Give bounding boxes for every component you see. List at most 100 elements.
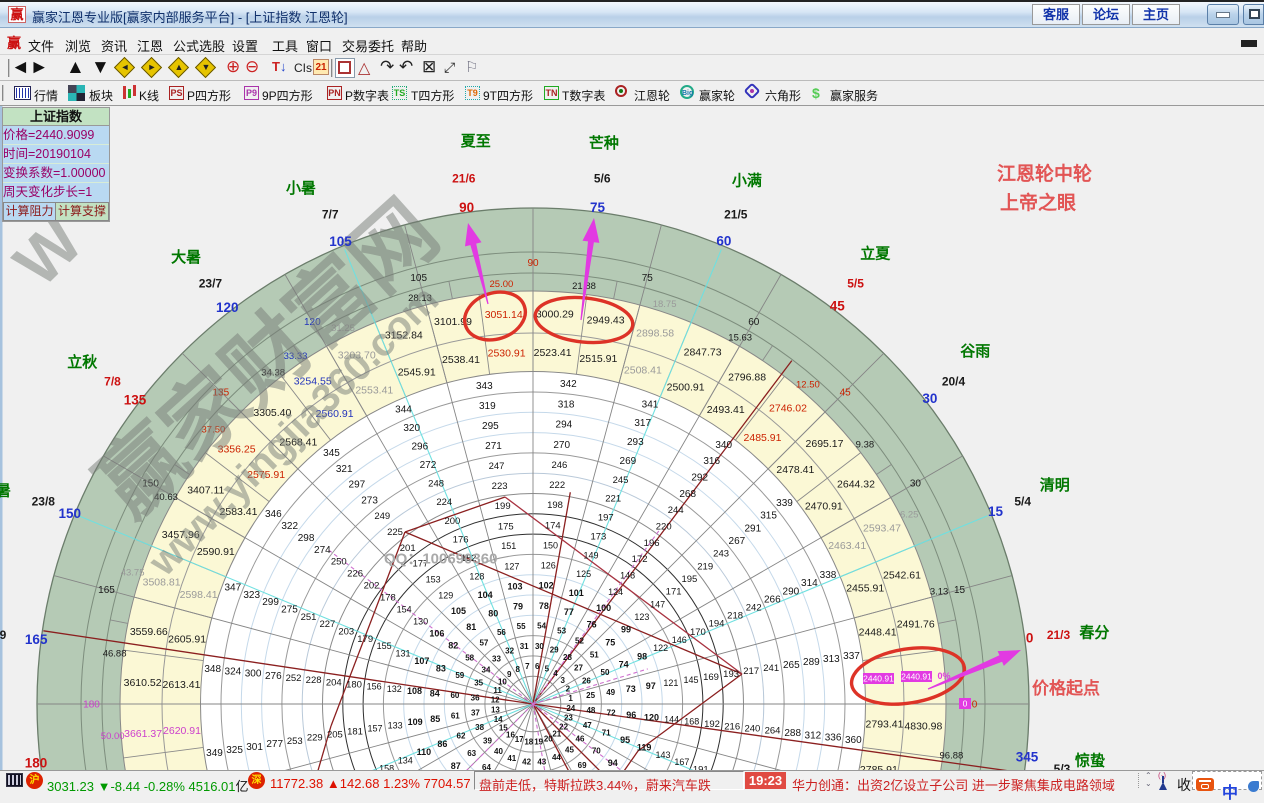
svg-text:2949.43: 2949.43 (587, 314, 625, 326)
svg-text:170: 170 (690, 627, 706, 638)
svg-text:75: 75 (605, 637, 615, 647)
svg-text:149: 149 (583, 550, 598, 560)
svg-text:196: 196 (644, 538, 660, 549)
svg-text:96.88: 96.88 (940, 750, 964, 761)
svg-text:345: 345 (323, 448, 340, 459)
svg-text:2515.91: 2515.91 (579, 353, 617, 365)
svg-text:156: 156 (367, 682, 382, 692)
svg-text:3: 3 (560, 676, 565, 685)
svg-text:77: 77 (564, 607, 574, 617)
svg-text:204: 204 (326, 677, 342, 688)
svg-text:270: 270 (553, 440, 570, 451)
svg-text:17: 17 (515, 735, 524, 744)
svg-text:340: 340 (715, 440, 732, 451)
svg-text:12: 12 (491, 696, 500, 705)
svg-text:58: 58 (465, 653, 474, 662)
svg-text:69: 69 (578, 761, 587, 770)
svg-text:56: 56 (497, 628, 506, 637)
svg-text:298: 298 (298, 533, 315, 544)
svg-text:153: 153 (426, 574, 441, 584)
svg-text:291: 291 (744, 523, 761, 534)
svg-text:265: 265 (783, 660, 800, 671)
svg-text:34: 34 (482, 665, 491, 674)
svg-text:春分: 春分 (1079, 623, 1109, 641)
svg-text:296: 296 (411, 442, 428, 453)
svg-text:300: 300 (245, 669, 262, 680)
svg-text:15: 15 (988, 504, 1004, 519)
svg-text:43.75: 43.75 (121, 568, 145, 579)
svg-text:97: 97 (646, 681, 656, 691)
svg-text:79: 79 (513, 601, 523, 611)
svg-text:87: 87 (451, 761, 461, 770)
svg-text:242: 242 (746, 602, 762, 613)
svg-text:323: 323 (243, 590, 260, 601)
svg-text:2695.17: 2695.17 (806, 438, 844, 450)
svg-text:21/3: 21/3 (1047, 628, 1071, 642)
svg-text:199: 199 (495, 501, 511, 512)
svg-text:2793.41: 2793.41 (866, 718, 904, 730)
svg-text:27: 27 (574, 663, 583, 672)
svg-text:151: 151 (501, 541, 516, 551)
svg-text:2605.91: 2605.91 (168, 633, 206, 645)
svg-text:129: 129 (438, 590, 453, 600)
svg-text:105: 105 (329, 234, 352, 249)
svg-text:127: 127 (504, 561, 519, 571)
svg-text:317: 317 (634, 418, 651, 429)
svg-text:109: 109 (408, 717, 423, 727)
svg-text:253: 253 (287, 736, 303, 747)
svg-text:221: 221 (605, 494, 621, 505)
svg-text:6.25: 6.25 (900, 509, 919, 520)
svg-text:193: 193 (723, 669, 739, 680)
svg-text:269: 269 (620, 456, 637, 467)
svg-text:147: 147 (650, 599, 665, 609)
svg-text:20/4: 20/4 (942, 375, 966, 389)
svg-text:126: 126 (541, 560, 556, 570)
svg-text:134: 134 (398, 755, 413, 765)
svg-text:2500.91: 2500.91 (667, 381, 705, 393)
svg-text:146: 146 (672, 635, 687, 645)
svg-text:157: 157 (367, 723, 382, 733)
svg-text:2491.76: 2491.76 (897, 619, 935, 631)
svg-text:5: 5 (545, 664, 550, 673)
svg-text:108: 108 (407, 686, 422, 696)
svg-text:2: 2 (566, 685, 571, 694)
svg-text:240: 240 (744, 724, 760, 735)
svg-text:86: 86 (437, 739, 447, 749)
svg-text:273: 273 (361, 496, 378, 507)
svg-text:3610.52: 3610.52 (124, 677, 162, 689)
svg-text:49: 49 (606, 688, 615, 697)
svg-text:245: 245 (613, 475, 629, 486)
svg-text:60: 60 (450, 691, 459, 700)
svg-text:立秋: 立秋 (67, 353, 98, 371)
svg-text:344: 344 (395, 405, 412, 416)
svg-text:272: 272 (420, 460, 437, 471)
svg-text:295: 295 (482, 421, 499, 432)
svg-text:2478.41: 2478.41 (776, 464, 814, 476)
svg-text:293: 293 (627, 437, 644, 448)
svg-text:5/4: 5/4 (1014, 494, 1031, 508)
svg-text:60: 60 (748, 317, 760, 328)
svg-text:171: 171 (666, 587, 682, 598)
svg-text:28: 28 (563, 653, 572, 662)
svg-text:94: 94 (608, 758, 618, 768)
svg-text:2470.91: 2470.91 (805, 500, 843, 512)
svg-text:2613.41: 2613.41 (163, 679, 201, 691)
svg-text:7/7: 7/7 (322, 208, 339, 222)
svg-text:2523.41: 2523.41 (534, 347, 572, 359)
svg-text:339: 339 (776, 498, 793, 509)
svg-text:25.00: 25.00 (490, 279, 514, 290)
svg-text:123: 123 (634, 612, 649, 622)
svg-text:33: 33 (492, 654, 501, 663)
svg-text:348: 348 (204, 664, 221, 675)
svg-text:3.13: 3.13 (930, 586, 949, 597)
svg-text:318: 318 (558, 399, 575, 410)
svg-text:18: 18 (524, 738, 533, 747)
svg-text:96: 96 (626, 710, 636, 720)
svg-text:61: 61 (451, 712, 460, 721)
svg-text:150: 150 (59, 506, 82, 521)
svg-text:25: 25 (586, 691, 595, 700)
svg-text:360: 360 (845, 735, 862, 746)
svg-text:80: 80 (488, 609, 498, 619)
svg-text:50: 50 (601, 668, 610, 677)
svg-text:7/8: 7/8 (104, 375, 121, 389)
